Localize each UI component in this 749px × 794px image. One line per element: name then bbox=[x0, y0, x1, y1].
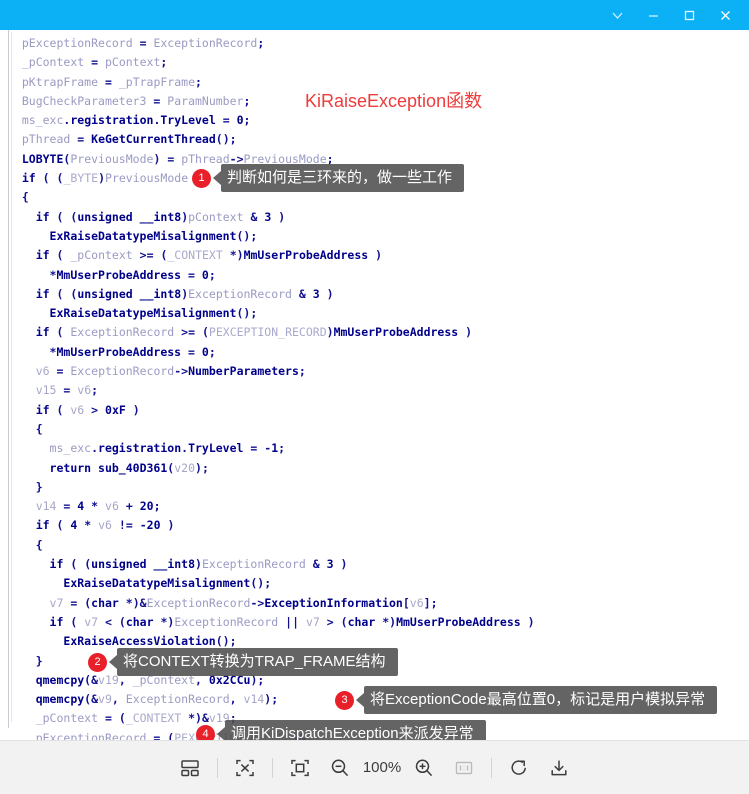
annotation-callout-2: 2 将CONTEXT转换为TRAP_FRAME结构 bbox=[88, 648, 398, 676]
image-heading: KiRaiseException函数 bbox=[305, 91, 483, 111]
annotation-arrow-2 bbox=[109, 655, 117, 669]
select-text-icon[interactable] bbox=[225, 748, 265, 788]
annotation-badge-4: 4 bbox=[196, 724, 215, 740]
code-line: _pContext = pContext; bbox=[21, 55, 168, 70]
rotate-icon[interactable] bbox=[499, 748, 539, 788]
annotation-arrow-4 bbox=[217, 727, 225, 740]
code-line: ExRaiseDatatypeMisalignment(); bbox=[63, 576, 272, 591]
annotation-text-4: 调用KiDispatchException来派发异常 bbox=[225, 720, 486, 740]
code-line: if ( _pContext >= (_CONTEXT *)MmUserProb… bbox=[35, 248, 383, 263]
annotation-callout-1: 1 判断如何是三环来的，做一些工作 bbox=[192, 164, 465, 192]
annotation-arrow-1 bbox=[213, 171, 221, 185]
annotation-arrow-3 bbox=[356, 693, 364, 707]
code-line: if ( 4 * v6 != -20 ) bbox=[35, 518, 175, 533]
code-line: } bbox=[35, 479, 43, 494]
code-line: { bbox=[35, 421, 43, 436]
decompiled-code-image: pExceptionRecord = ExceptionRecord; _pCo… bbox=[0, 30, 749, 740]
code-line: if ( (unsigned __int8)ExceptionRecord & … bbox=[35, 286, 334, 301]
code-line: *MmUserProbeAddress = 0; bbox=[49, 267, 216, 282]
code-line: ms_exc.registration.TryLevel = -1; bbox=[49, 441, 286, 456]
code-line: v6 = ExceptionRecord->NumberParameters; bbox=[35, 364, 306, 379]
code-line: v14 = 4 * v6 + 20; bbox=[35, 499, 161, 514]
toolbar-separator bbox=[272, 757, 273, 778]
toolbar-separator bbox=[491, 757, 492, 778]
thumbnail-grid-icon[interactable] bbox=[170, 748, 210, 788]
annotation-text-3: 将ExceptionCode最高位置0，标记是用户模拟异常 bbox=[364, 686, 718, 714]
zoom-in-icon[interactable] bbox=[404, 748, 444, 788]
annotation-badge-1: 1 bbox=[192, 168, 211, 188]
toolbar-separator bbox=[217, 757, 218, 778]
fit-to-window-icon[interactable] bbox=[280, 748, 320, 788]
minimize-icon[interactable] bbox=[635, 0, 671, 30]
code-line: return sub_40D361(v20); bbox=[49, 460, 209, 475]
annotation-badge-2: 2 bbox=[88, 652, 107, 672]
code-listing: pExceptionRecord = ExceptionRecord; _pCo… bbox=[8, 34, 728, 740]
image-viewer[interactable]: pExceptionRecord = ExceptionRecord; _pCo… bbox=[0, 30, 749, 740]
zoom-level-label: 100% bbox=[362, 759, 402, 776]
code-line: pThread = KeGetCurrentThread(); bbox=[21, 132, 237, 147]
annotation-callout-3: 3 将ExceptionCode最高位置0，标记是用户模拟异常 bbox=[335, 686, 718, 714]
viewer-toolbar: 100% bbox=[0, 740, 749, 794]
zoom-out-icon[interactable] bbox=[320, 748, 360, 788]
code-line: { bbox=[35, 537, 43, 552]
code-line: if ( (unsigned __int8)ExceptionRecord & … bbox=[49, 557, 348, 572]
actual-size-icon[interactable] bbox=[444, 748, 484, 788]
code-line: if ( (unsigned __int8)pContext & 3 ) bbox=[35, 209, 286, 224]
maximize-icon[interactable] bbox=[671, 0, 707, 30]
code-line: if ( ExceptionRecord >= (PEXCEPTION_RECO… bbox=[35, 325, 473, 340]
window-titlebar bbox=[0, 0, 749, 30]
annotation-text-1: 判断如何是三环来的，做一些工作 bbox=[221, 164, 465, 192]
code-line: *MmUserProbeAddress = 0; bbox=[49, 344, 216, 359]
code-line: if ( v7 < (char *)ExceptionRecord || v7 … bbox=[49, 614, 535, 629]
annotation-badge-3: 3 bbox=[335, 690, 354, 710]
chevron-down-icon[interactable] bbox=[599, 0, 635, 30]
code-line: ExRaiseDatatypeMisalignment(); bbox=[49, 228, 258, 243]
code-line: v15 = v6; bbox=[35, 383, 99, 398]
close-icon[interactable] bbox=[707, 0, 743, 30]
annotation-text-2: 将CONTEXT转换为TRAP_FRAME结构 bbox=[117, 648, 398, 676]
download-icon[interactable] bbox=[539, 748, 579, 788]
code-line: ExRaiseDatatypeMisalignment(); bbox=[49, 306, 258, 321]
annotation-callout-4: 4 调用KiDispatchException来派发异常 bbox=[196, 720, 486, 740]
code-line: v7 = (char *)&ExceptionRecord->Exception… bbox=[49, 595, 438, 610]
code-line: if ( v6 > 0xF ) bbox=[35, 402, 140, 417]
code-line: ms_exc.registration.TryLevel = 0; bbox=[21, 113, 251, 128]
code-line: pExceptionRecord = ExceptionRecord; bbox=[21, 36, 265, 50]
